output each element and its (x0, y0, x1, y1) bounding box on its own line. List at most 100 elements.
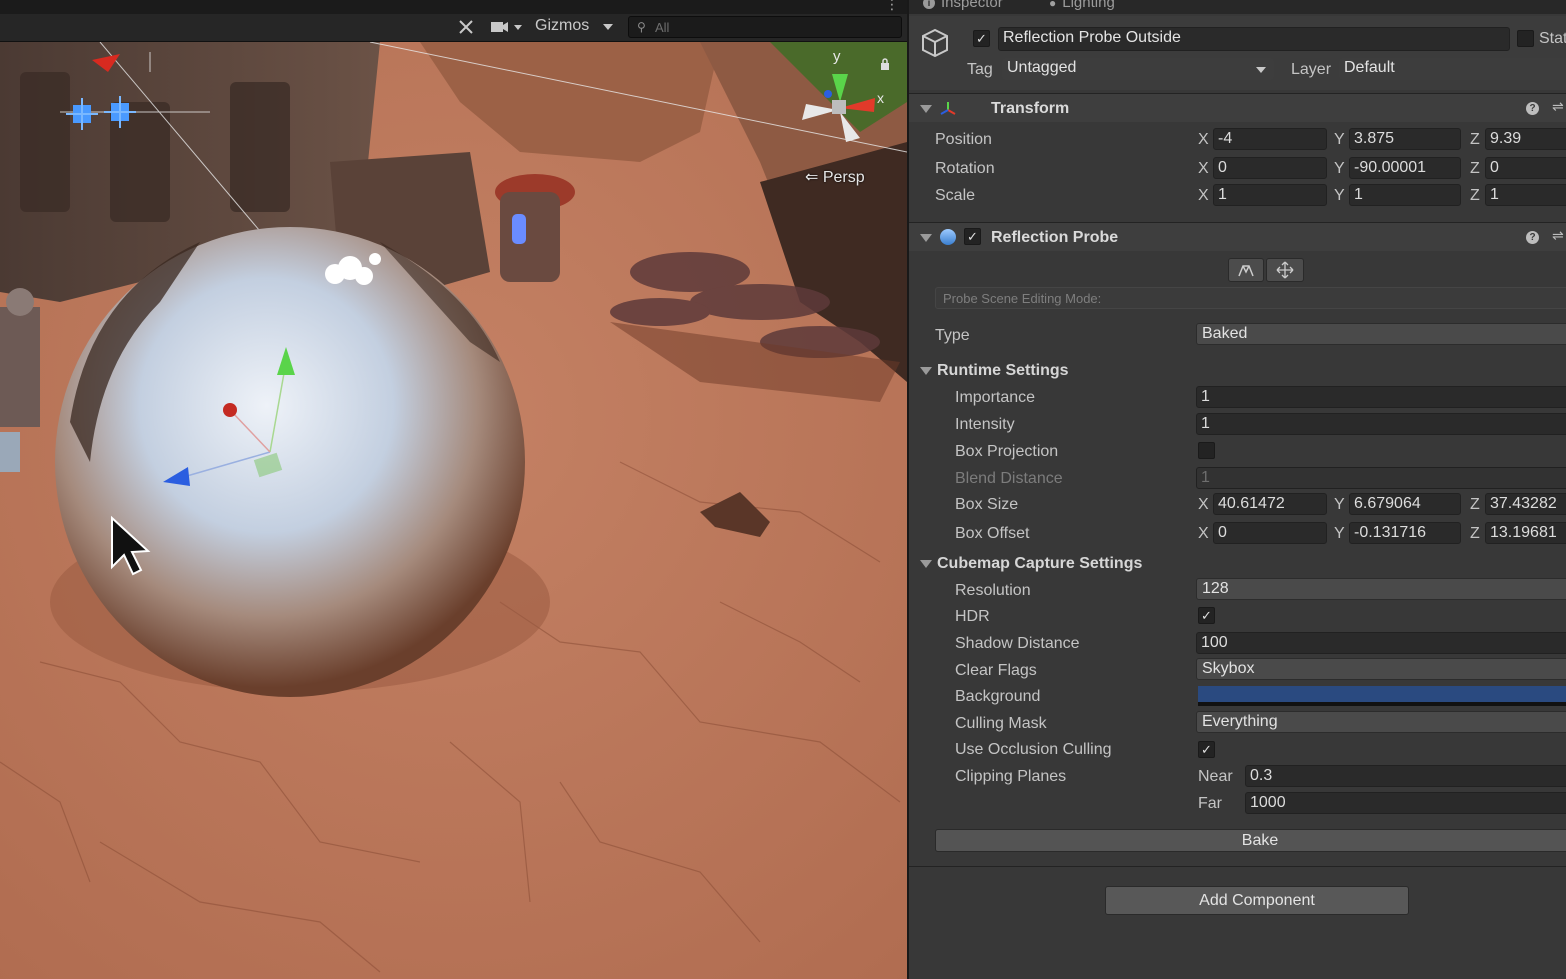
gameobject-cube-icon[interactable] (919, 26, 953, 60)
tab-lighting[interactable]: ● Lighting (1049, 0, 1115, 11)
box-offset-x-field[interactable]: 0 (1213, 522, 1327, 544)
far-label: Far (1198, 795, 1222, 812)
layer-label: Layer (1291, 61, 1332, 78)
axis-x-label: X (1198, 131, 1209, 148)
tab-inspector[interactable]: i Inspector (923, 0, 1003, 11)
reflection-probe-enabled-checkbox[interactable]: ✓ (964, 228, 981, 245)
inspector-tab-bar: i Inspector ● Lighting (909, 0, 1566, 14)
hdr-label: HDR (955, 608, 990, 625)
clear-flags-dropdown[interactable]: Skybox (1196, 658, 1566, 680)
position-z-field[interactable]: 9.39 (1485, 128, 1566, 150)
axis-y-label: Y (1334, 525, 1345, 542)
help-icon[interactable]: ? (1526, 231, 1539, 244)
scene-search-placeholder: All (655, 20, 670, 35)
rotation-z-field[interactable]: 0 (1485, 157, 1566, 179)
axis-y-label: Y (1334, 160, 1345, 177)
box-size-label: Box Size (955, 496, 1019, 513)
orientation-y-label: y (833, 48, 841, 65)
persp-arrow-icon: ⇐ (805, 169, 823, 186)
far-clip-field[interactable]: 1000 (1245, 792, 1566, 814)
near-label: Near (1198, 768, 1233, 785)
scale-x-field[interactable]: 1 (1213, 184, 1327, 206)
axis-x-label: X (1198, 160, 1209, 177)
rotation-x-field[interactable]: 0 (1213, 157, 1327, 179)
axis-z-label: Z (1470, 187, 1480, 204)
edit-origin-button[interactable] (1266, 258, 1304, 282)
orientation-z-cone[interactable] (824, 90, 832, 98)
shadow-distance-field[interactable]: 100 (1196, 632, 1566, 654)
edit-bounds-button[interactable] (1228, 258, 1264, 282)
tab-inspector-label: Inspector (941, 0, 1003, 11)
culling-mask-dropdown[interactable]: Everything (1196, 711, 1566, 733)
background-label: Background (955, 688, 1041, 705)
transform-header[interactable]: Transform ? ⇌ (909, 93, 1566, 122)
gizmos-dropdown-icon[interactable] (598, 16, 618, 38)
inspector-panel: i Inspector ● Lighting ✓ Reflection Prob… (907, 0, 1566, 979)
hdr-checkbox[interactable]: ✓ (1198, 607, 1215, 624)
gizmos-button[interactable]: Gizmos (535, 17, 589, 35)
box-offset-y-field[interactable]: -0.131716 (1349, 522, 1461, 544)
importance-field[interactable]: 1 (1196, 386, 1566, 408)
scene-toolbar-tab-strip (0, 0, 907, 14)
box-projection-checkbox[interactable] (1198, 442, 1215, 459)
box-size-y-field[interactable]: 6.679064 (1349, 493, 1461, 515)
type-dropdown[interactable]: Baked (1196, 323, 1566, 345)
cubemap-capture-title[interactable]: Cubemap Capture Settings (937, 555, 1142, 573)
tag-dropdown[interactable]: Untagged (1002, 58, 1274, 80)
scale-z-field[interactable]: 1 (1485, 184, 1566, 206)
scene-search-input[interactable]: ⚲ All (628, 16, 902, 38)
box-offset-z-field[interactable]: 13.19681 (1485, 522, 1566, 544)
move-arrows-icon (1276, 261, 1294, 279)
rotation-y-field[interactable]: -90.00001 (1349, 157, 1461, 179)
active-checkbox[interactable]: ✓ (973, 30, 990, 47)
cubemap-capture-foldout-icon[interactable] (920, 560, 932, 568)
scene-viewport[interactable] (0, 42, 907, 979)
help-icon[interactable]: ? (1526, 102, 1539, 115)
box-size-z-field[interactable]: 37.43282 (1485, 493, 1566, 515)
layer-value: Default (1344, 59, 1395, 76)
importance-label: Importance (955, 389, 1036, 406)
bake-button[interactable]: Bake (935, 829, 1566, 852)
tag-value: Untagged (1007, 59, 1077, 76)
near-clip-field[interactable]: 0.3 (1245, 765, 1566, 787)
more-options-icon[interactable]: ⋮ (885, 0, 899, 13)
axis-z-label: Z (1470, 160, 1480, 177)
orientation-x-label: x (877, 90, 884, 106)
probe-scene-editing-mode: Probe Scene Editing Mode: (935, 287, 1566, 309)
rotation-label: Rotation (935, 160, 995, 177)
scene-view[interactable]: Gizmos ⚲ All ⋮ y x ⇐ Persp (0, 0, 907, 979)
resolution-dropdown[interactable]: 128 (1196, 578, 1566, 600)
static-checkbox[interactable] (1517, 30, 1534, 47)
box-size-x-field[interactable]: 40.61472 (1213, 493, 1327, 515)
persp-label[interactable]: ⇐ Persp (805, 167, 865, 187)
foldout-arrow-icon[interactable] (920, 105, 932, 113)
foldout-arrow-icon[interactable] (920, 234, 932, 242)
position-x-field[interactable]: -4 (1213, 128, 1327, 150)
tools-icon[interactable] (455, 16, 477, 38)
info-icon: i (923, 0, 935, 9)
position-label: Position (935, 131, 992, 148)
scale-y-field[interactable]: 1 (1349, 184, 1461, 206)
occlusion-culling-checkbox[interactable]: ✓ (1198, 741, 1215, 758)
divider (909, 866, 1566, 867)
axis-z-label: Z (1470, 525, 1480, 542)
add-component-button[interactable]: Add Component (1105, 886, 1409, 915)
lock-icon[interactable] (880, 58, 890, 70)
blend-distance-field[interactable]: 1 (1196, 467, 1566, 489)
persp-text: Persp (822, 169, 865, 186)
object-name-field[interactable]: Reflection Probe Outside (998, 27, 1510, 51)
gizmo-x-arrow[interactable] (223, 403, 237, 417)
intensity-field[interactable]: 1 (1196, 413, 1566, 435)
axis-y-label: Y (1334, 496, 1345, 513)
position-y-field[interactable]: 3.875 (1349, 128, 1461, 150)
tag-label: Tag (967, 61, 993, 78)
layer-dropdown[interactable]: Default (1339, 58, 1566, 80)
camera-dropdown-button[interactable] (488, 16, 526, 38)
orientation-center-cube[interactable] (832, 100, 846, 114)
component-settings-icon[interactable]: ⇌ (1552, 227, 1564, 244)
background-color-field[interactable] (1198, 686, 1566, 706)
runtime-settings-title[interactable]: Runtime Settings (937, 362, 1069, 380)
component-settings-icon[interactable]: ⇌ (1552, 98, 1564, 115)
reflection-probe-header[interactable]: ✓ Reflection Probe ? ⇌ (909, 222, 1566, 251)
runtime-settings-foldout-icon[interactable] (920, 367, 932, 375)
